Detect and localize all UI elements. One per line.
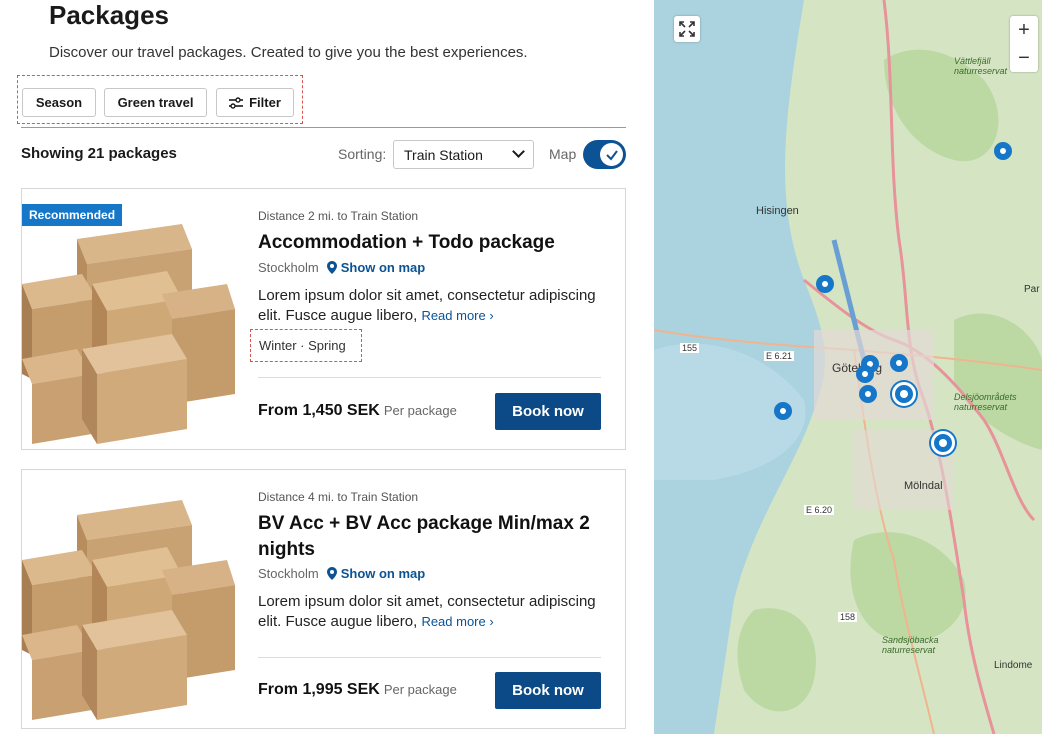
price-row: From 1,450 SEK Per package: [258, 402, 457, 420]
map-label-155: 155: [680, 343, 700, 353]
package-image: [22, 470, 235, 728]
package-card[interactable]: Distance 4 mi. to Train Station BV Acc +…: [21, 469, 626, 729]
package-image: Recommended: [22, 189, 235, 449]
map-label-hisingen: Hisingen: [756, 205, 799, 217]
divider: [21, 127, 626, 128]
read-more-link[interactable]: Read more ›: [421, 308, 493, 323]
sorting-select[interactable]: Train Station: [393, 140, 534, 169]
package-description: Lorem ipsum dolor sit amet, consectetur …: [258, 592, 603, 632]
map-pin[interactable]: [856, 365, 874, 383]
boxes-illustration: [22, 224, 235, 444]
distance-text: Distance 4 mi. to Train Station: [258, 490, 419, 504]
price-text: From 1,995 SEK: [258, 681, 380, 698]
boxes-illustration: [22, 500, 235, 720]
map-label-158: 158: [838, 612, 858, 622]
show-on-map-label: Show on map: [340, 566, 426, 581]
sliders-icon: [229, 96, 244, 109]
map-label-par: Par: [1024, 284, 1040, 295]
location-pin-icon: [326, 261, 337, 274]
green-travel-filter-label: Green travel: [117, 95, 194, 110]
map-toggle[interactable]: [583, 140, 626, 169]
book-now-button[interactable]: Book now: [495, 672, 601, 709]
map-pin-selected[interactable]: [892, 382, 916, 406]
green-travel-filter-button[interactable]: Green travel: [104, 88, 207, 117]
page-subtitle: Discover our travel packages. Created to…: [49, 44, 528, 61]
card-divider: [258, 377, 601, 378]
map-toggle-label: Map: [549, 146, 577, 162]
read-more-label: Read more: [421, 614, 486, 629]
map-pin[interactable]: [890, 354, 908, 372]
map-label-reserve3: Sandsjöbacka naturreservat: [882, 635, 939, 655]
location-row: Stockholm Show on map: [258, 566, 425, 581]
map-label-lindome: Lindome: [994, 660, 1033, 671]
expand-icon: [679, 21, 695, 37]
map-pin-selected[interactable]: [931, 431, 955, 455]
read-more-link[interactable]: Read more ›: [421, 614, 493, 629]
sorting-value: Train Station: [404, 146, 483, 163]
map-pin[interactable]: [816, 275, 834, 293]
location-pin-icon: [326, 567, 337, 580]
map-label-e621: E 6.21: [764, 351, 795, 361]
package-title[interactable]: BV Acc + BV Acc package Min/max 2 nights: [258, 511, 608, 563]
page-title: Packages: [49, 0, 169, 30]
map-pin[interactable]: [774, 402, 792, 420]
filter-bar: Season Green travel Filter: [17, 75, 303, 124]
toggle-knob: [600, 143, 623, 166]
zoom-in-button[interactable]: +: [1010, 16, 1038, 44]
results-panel: Packages Discover our travel packages. C…: [0, 0, 654, 734]
price-row: From 1,995 SEK Per package: [258, 681, 457, 699]
map-label-molndal: Mölndal: [904, 480, 943, 492]
filter-button[interactable]: Filter: [216, 88, 294, 117]
per-package-text: Per package: [383, 403, 457, 418]
show-on-map-link[interactable]: Show on map: [326, 260, 426, 275]
map-label-reserve1: Vättlefjäll naturreservat: [954, 56, 1008, 76]
sorting-label: Sorting:: [338, 146, 387, 162]
season-tags: Winter · Spring: [250, 329, 362, 362]
recommended-badge: Recommended: [22, 204, 123, 226]
results-count: Showing 21 packages: [21, 145, 177, 162]
city-name: Stockholm: [258, 566, 319, 581]
expand-map-button[interactable]: [674, 16, 700, 42]
card-divider: [258, 657, 601, 658]
filter-label: Filter: [249, 95, 281, 110]
check-icon: [605, 149, 618, 161]
chevron-down-icon: [512, 145, 525, 158]
map-label-reserve2: Delsjöområdets naturreservat: [954, 392, 1017, 412]
season-filter-label: Season: [35, 95, 83, 110]
package-title[interactable]: Accommodation + Todo package: [258, 230, 608, 256]
read-more-label: Read more: [421, 308, 486, 323]
show-on-map-label: Show on map: [340, 260, 426, 275]
per-package-text: Per package: [383, 682, 457, 697]
map-pin[interactable]: [994, 142, 1012, 160]
book-now-button[interactable]: Book now: [495, 393, 601, 430]
show-on-map-link[interactable]: Show on map: [326, 566, 426, 581]
price-text: From 1,450 SEK: [258, 402, 380, 419]
package-card[interactable]: Recommended Distance 2 mi. to Train Stat…: [21, 188, 626, 450]
season-filter-button[interactable]: Season: [22, 88, 96, 117]
map-label-e620: E 6.20: [804, 505, 835, 515]
map-panel[interactable]: + − Hisingen Göteborg Mölndal Lindome E …: [654, 0, 1042, 734]
location-row: Stockholm Show on map: [258, 260, 425, 275]
package-description: Lorem ipsum dolor sit amet, consectetur …: [258, 286, 603, 326]
distance-text: Distance 2 mi. to Train Station: [258, 209, 419, 223]
city-name: Stockholm: [258, 260, 319, 275]
map-pin[interactable]: [859, 385, 877, 403]
